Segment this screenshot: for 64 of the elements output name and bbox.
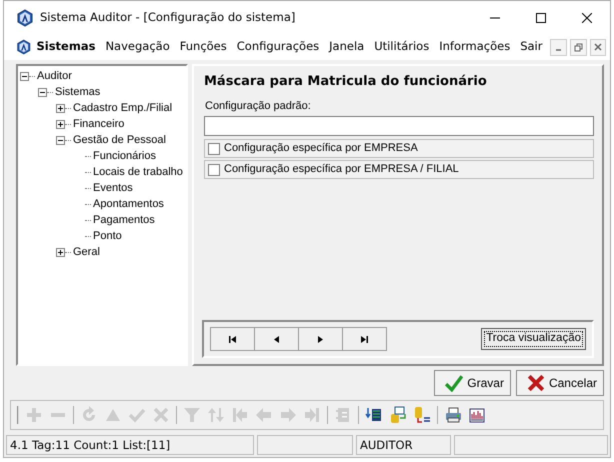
child-restore-button[interactable]: [570, 38, 586, 56]
maximize-icon: [536, 12, 546, 22]
minimize-icon: [556, 49, 562, 51]
tree-item[interactable]: Geral: [73, 244, 100, 260]
save-button[interactable]: Gravar: [434, 370, 511, 396]
restore-icon: [573, 42, 584, 52]
window-title: Sistema Auditor - [Configuração do sistema]: [40, 8, 296, 26]
database-arrow-icon[interactable]: [389, 406, 407, 424]
checkbox[interactable]: [208, 142, 220, 154]
tree-item[interactable]: Eventos: [93, 180, 133, 196]
collapse-toggle[interactable]: [38, 88, 47, 96]
collapse-toggle[interactable]: [20, 72, 29, 80]
status-text: 4.1 Tag:11 Count:1 List:[11]: [6, 435, 254, 455]
left-triangle-icon: [272, 334, 281, 344]
plus-icon: [57, 248, 64, 256]
tree-item[interactable]: Funcionários: [93, 148, 156, 164]
checkbox-label[interactable]: Configuração específica por EMPRESA: [224, 140, 418, 157]
list-arrow-icon[interactable]: [365, 406, 383, 424]
input-field[interactable]: [204, 116, 594, 136]
menu-item[interactable]: Configurações: [232, 38, 324, 56]
menu-item[interactable]: Funções: [174, 38, 232, 56]
collapse-toggle[interactable]: [56, 136, 65, 144]
tree-item[interactable]: Cadastro Emp./Filial: [73, 100, 172, 116]
expand-toggle[interactable]: [56, 104, 65, 112]
expand-toggle[interactable]: [56, 120, 65, 128]
chart-icon[interactable]: [468, 406, 486, 424]
menu-item[interactable]: Sair: [515, 38, 548, 56]
close-icon: [592, 42, 603, 52]
status-text: AUDITOR: [356, 435, 451, 455]
menu-item[interactable]: Utilitários: [369, 38, 434, 56]
close-icon: [582, 12, 592, 22]
tree-item[interactable]: Auditor: [37, 68, 72, 84]
app-logo-icon: [16, 8, 34, 26]
skip-forward-icon: [360, 334, 369, 344]
tree-item[interactable]: Sistemas: [55, 84, 100, 100]
tree-item[interactable]: Locais de trabalho: [93, 164, 183, 180]
tree-item[interactable]: Apontamentos: [93, 196, 164, 212]
expand-toggle[interactable]: [56, 248, 65, 256]
field-label: Configuração padrão:: [205, 98, 312, 114]
checkbox[interactable]: [208, 164, 220, 176]
app-logo-icon: [16, 39, 32, 55]
tree-item[interactable]: Gestão de Pessoal: [73, 132, 166, 148]
child-close-button[interactable]: [590, 38, 606, 56]
menu-item[interactable]: Janela: [324, 38, 370, 56]
first-record-button[interactable]: [210, 327, 255, 351]
right-triangle-icon: [316, 334, 325, 344]
checkbox-label[interactable]: Configuração específica por EMPRESA / FILIAL: [224, 161, 459, 178]
tree-item[interactable]: Ponto: [93, 228, 122, 244]
plus-icon: [57, 104, 64, 112]
skip-back-icon: [228, 334, 237, 344]
database-list-icon[interactable]: [413, 406, 431, 424]
menu-item[interactable]: Navegação: [100, 38, 175, 56]
panel-title: Máscara para Matricula do funcionário: [204, 73, 488, 91]
plus-icon: [57, 120, 64, 128]
check-icon: [445, 374, 464, 392]
last-record-button[interactable]: [342, 327, 387, 351]
cross-icon: [526, 374, 545, 392]
menu-item[interactable]: Sistemas: [31, 38, 100, 56]
tree-item[interactable]: Pagamentos: [93, 212, 155, 228]
toggle-view-button[interactable]: Troca visualização: [481, 328, 586, 350]
tree-item[interactable]: Financeiro: [73, 116, 124, 132]
cancel-button[interactable]: Cancelar: [516, 370, 604, 396]
menu-item[interactable]: Informações: [434, 38, 516, 56]
printer-icon[interactable]: [444, 406, 462, 424]
